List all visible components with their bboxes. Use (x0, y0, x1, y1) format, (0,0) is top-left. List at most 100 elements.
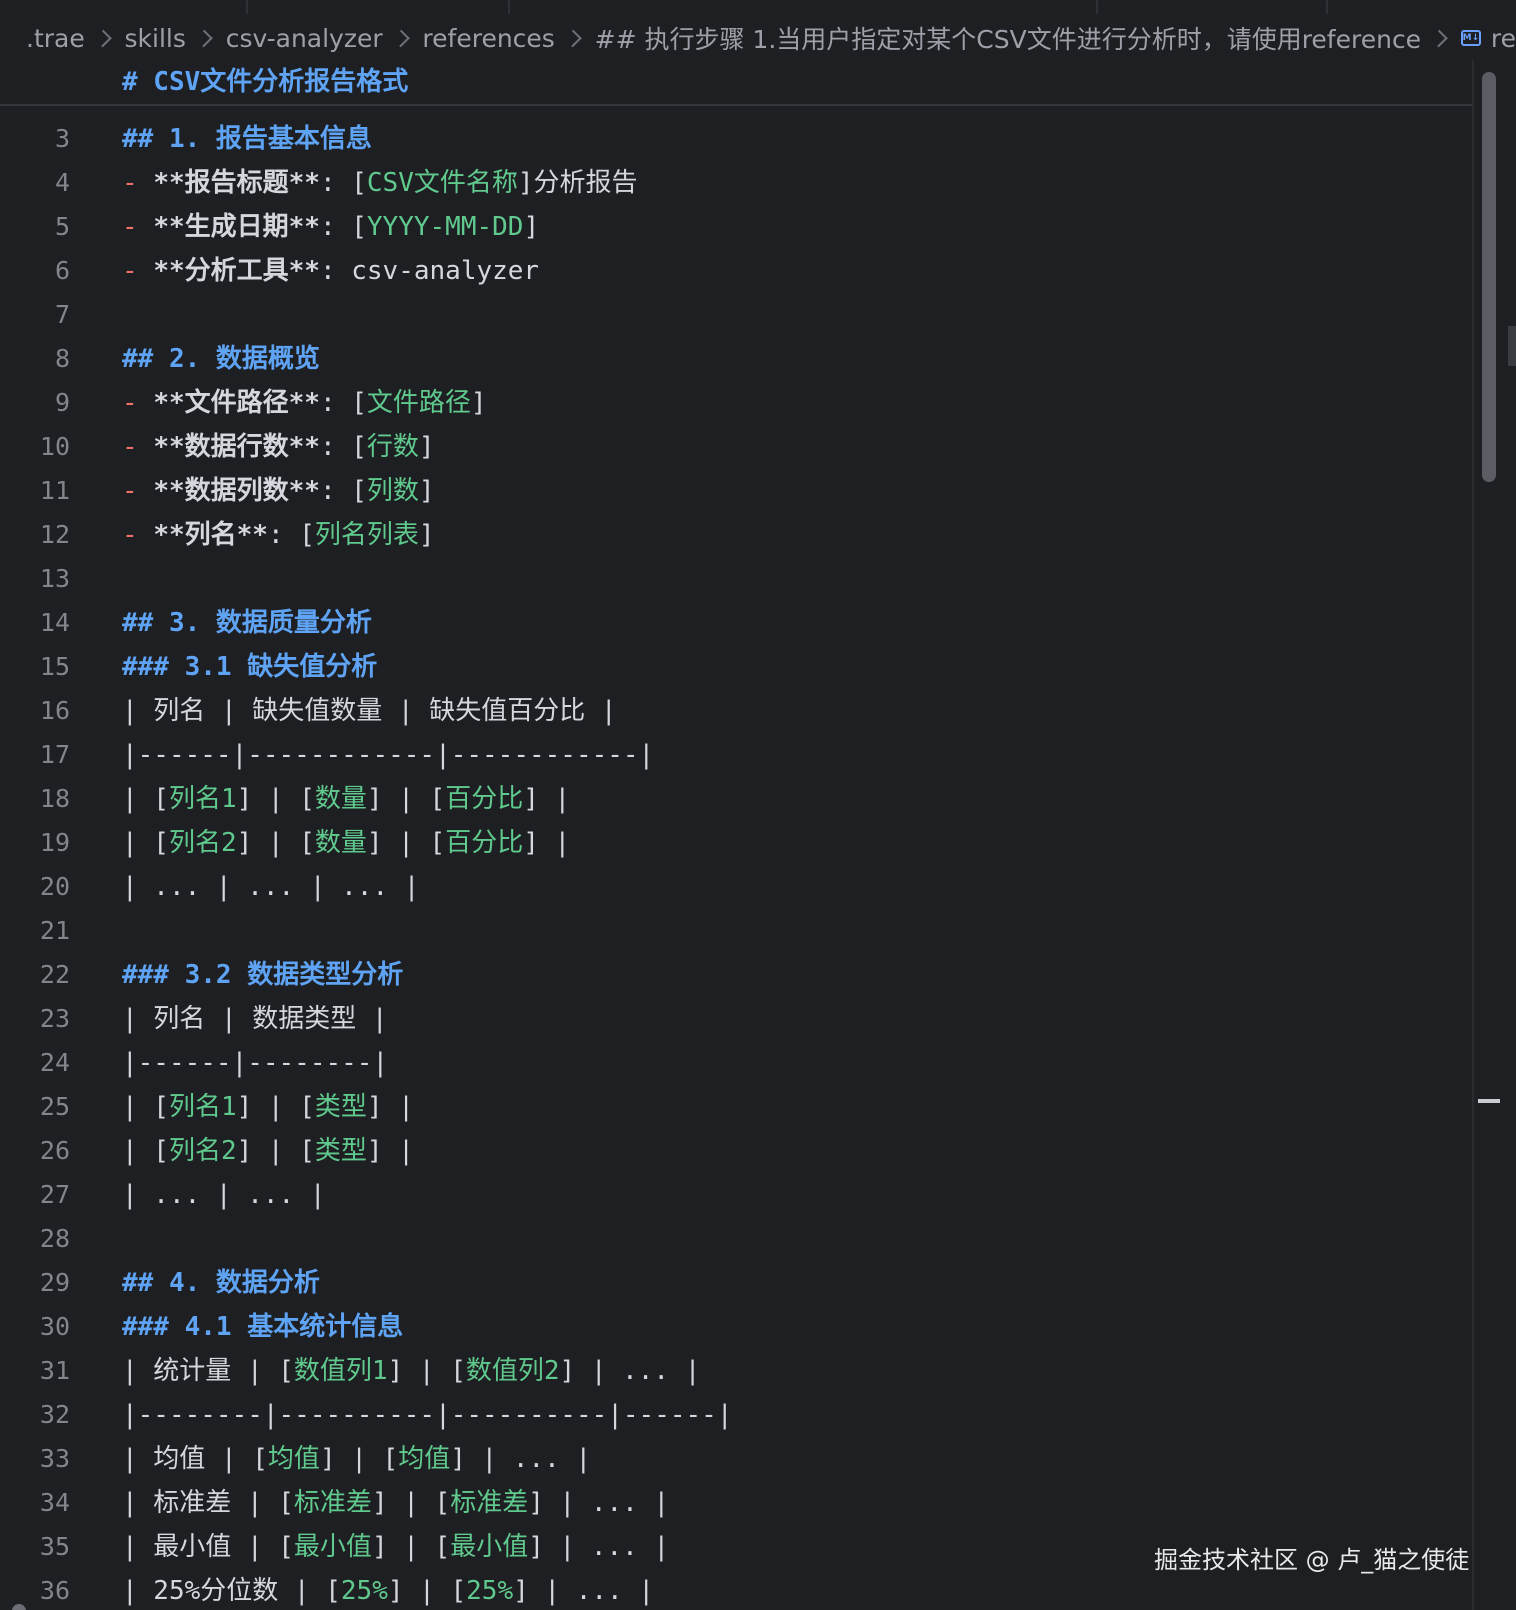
line-number: 32 (39, 1400, 70, 1429)
code-line[interactable]: 13 (0, 557, 1472, 601)
text-token: ] | ... | (528, 1488, 670, 1518)
line-content[interactable]: | [列名1] | [类型] | (122, 1085, 414, 1129)
code-line[interactable]: 4 - **报告标题**: [CSV文件名称]分析报告 (0, 161, 1472, 205)
code-line[interactable]: 16 | 列名 | 缺失值数量 | 缺失值百分比 | (0, 689, 1472, 733)
text-token: : csv-analyzer (319, 256, 540, 286)
text-token: ] | [ (366, 828, 446, 858)
text-token: ]分析报告 (517, 168, 638, 198)
code-line[interactable]: 26 | [列名2] | [类型] | (0, 1129, 1472, 1173)
placeholder-token: 标准差 (293, 1488, 372, 1518)
code-line[interactable]: 5 - **生成日期**: [YYYY-MM-DD] (0, 205, 1472, 249)
line-content[interactable]: - **生成日期**: [YYYY-MM-DD] (122, 205, 539, 249)
code-line[interactable]: 20 | ... | ... | ... | (0, 865, 1472, 909)
line-content[interactable]: - **列名**: [列名列表] (122, 513, 435, 557)
line-content[interactable]: | 标准差 | [标准差] | [标准差] | ... | (122, 1481, 669, 1525)
text-token: : [ (319, 212, 367, 242)
line-content[interactable]: - **分析工具**: csv-analyzer (122, 249, 539, 293)
text-token: | [ (122, 828, 169, 858)
code-line[interactable]: 14 ## 3. 数据质量分析 (0, 601, 1472, 645)
line-content[interactable]: |------|------------|------------| (122, 733, 654, 777)
line-content[interactable]: | [列名2] | [数量] | [百分比] | (122, 821, 570, 865)
code-lines[interactable]: 3 ## 1. 报告基本信息 4- **报告标题**: [CSV文件名称]分析报告 5… (0, 117, 1472, 1610)
scrollbar-thumb[interactable] (1482, 72, 1496, 482)
code-line[interactable]: 17 |------|------------|------------| (0, 733, 1472, 777)
line-content[interactable]: |------|--------| (122, 1041, 388, 1085)
line-content[interactable]: ### 3.2 数据类型分析 (122, 953, 403, 997)
line-content[interactable]: |--------|----------|----------|------| (122, 1393, 732, 1437)
line-content[interactable]: - **数据列数**: [列数] (122, 469, 435, 513)
placeholder-token: 列名列表 (314, 520, 419, 550)
code-line[interactable]: 28 (0, 1217, 1472, 1261)
placeholder-token: 行数 (366, 432, 419, 462)
code-line[interactable]: 25 | [列名1] | [类型] | (0, 1085, 1472, 1129)
breadcrumb-item-trae[interactable]: .trae (26, 24, 85, 53)
code-line[interactable]: 10 - **数据行数**: [行数] (0, 425, 1472, 469)
code-line[interactable]: 34 | 标准差 | [标准差] | [标准差] | ... | (0, 1481, 1472, 1525)
code-line[interactable]: 11 - **数据列数**: [列数] (0, 469, 1472, 513)
line-content[interactable]: | 最小值 | [最小值] | [最小值] | ... | (122, 1525, 669, 1569)
line-content[interactable]: ### 3.1 缺失值分析 (122, 645, 377, 689)
text-token: ] | (366, 1136, 414, 1166)
placeholder-token: 百分比 (445, 784, 524, 814)
markdown-file-icon: M↓ (1460, 30, 1481, 46)
breadcrumb-item-csv-analyzer[interactable]: csv-analyzer (226, 24, 383, 53)
line-content[interactable]: | 列名 | 数据类型 | (122, 997, 388, 1041)
line-content[interactable]: - **数据行数**: [行数] (122, 425, 435, 469)
sticky-scroll-header[interactable]: # CSV文件分析报告格式 (0, 60, 1472, 106)
line-content[interactable]: | 均值 | [均值] | [均值] | ... | (122, 1437, 591, 1481)
editor-tab-strip (0, 0, 1516, 14)
code-line[interactable]: 15 ### 3.1 缺失值分析 (0, 645, 1472, 689)
line-number: 25 (39, 1092, 70, 1121)
code-line[interactable]: 36 | 25%分位数 | [25%] | [25%] | ... | (0, 1569, 1472, 1610)
line-content[interactable]: | ... | ... | ... | (122, 865, 419, 909)
line-content[interactable]: | ... | ... | (122, 1173, 326, 1217)
line-content[interactable]: - **报告标题**: [CSV文件名称]分析报告 (122, 161, 638, 205)
text-token: ] | ... | (513, 1576, 654, 1606)
line-content[interactable]: ### 4.1 基本统计信息 (122, 1305, 403, 1349)
breadcrumb: .trae skills csv-analyzer references ## … (0, 16, 1516, 60)
line-content[interactable]: | [列名2] | [类型] | (122, 1129, 414, 1173)
code-line[interactable]: 30 ### 4.1 基本统计信息 (0, 1305, 1472, 1349)
line-content[interactable]: ## 1. 报告基本信息 (122, 117, 372, 161)
breadcrumb-item-references[interactable]: references (422, 24, 554, 53)
code-line[interactable]: 19 | [列名2] | [数量] | [百分比] | (0, 821, 1472, 865)
line-content[interactable]: - **文件路径**: [文件路径] (122, 381, 487, 425)
code-line[interactable]: 18 | [列名1] | [数量] | [百分比] | (0, 777, 1472, 821)
line-content[interactable]: | 25%分位数 | [25%] | [25%] | ... | (122, 1569, 654, 1610)
text-token: | 列名 | 数据类型 | (122, 1004, 388, 1034)
text-token: | 列名 | 缺失值数量 | 缺失值百分比 | (122, 696, 617, 726)
list-marker-token: - (122, 212, 154, 242)
code-line[interactable]: 3 ## 1. 报告基本信息 (0, 117, 1472, 161)
code-line[interactable]: 24 |------|--------| (0, 1041, 1472, 1085)
code-line[interactable]: 21 (0, 909, 1472, 953)
code-line[interactable]: 31 | 统计量 | [数值列1] | [数值列2] | ... | (0, 1349, 1472, 1393)
code-line[interactable]: 32 |--------|----------|----------|------… (0, 1393, 1472, 1437)
tab-divider (246, 0, 248, 14)
code-line[interactable]: 33 | 均值 | [均值] | [均值] | ... | (0, 1437, 1472, 1481)
code-line[interactable]: 8 ## 2. 数据概览 (0, 337, 1472, 381)
line-number: 23 (39, 1004, 70, 1033)
heading-token: ## 4. 数据分析 (122, 1268, 320, 1298)
code-line[interactable]: 22 ### 3.2 数据类型分析 (0, 953, 1472, 997)
line-number: 26 (39, 1136, 70, 1165)
code-line[interactable]: 23 | 列名 | 数据类型 | (0, 997, 1472, 1041)
line-content[interactable]: | 列名 | 缺失值数量 | 缺失值百分比 | (122, 689, 617, 733)
code-line[interactable]: 6 - **分析工具**: csv-analyzer (0, 249, 1472, 293)
code-line[interactable]: 29 ## 4. 数据分析 (0, 1261, 1472, 1305)
placeholder-token: 最小值 (450, 1532, 529, 1562)
line-content[interactable]: | [列名1] | [数量] | [百分比] | (122, 777, 570, 821)
line-content[interactable]: | 统计量 | [数值列1] | [数值列2] | ... | (122, 1349, 700, 1393)
code-line[interactable]: 9 - **文件路径**: [文件路径] (0, 381, 1472, 425)
breadcrumb-item-file[interactable]: re (1491, 24, 1516, 53)
line-content[interactable]: ## 3. 数据质量分析 (122, 601, 372, 645)
placeholder-token: 数值列2 (465, 1356, 560, 1386)
breadcrumb-item-skills[interactable]: skills (125, 24, 186, 53)
tab-divider (1326, 0, 1328, 14)
breadcrumb-item-section[interactable]: ## 执行步骤 1.当用户指定对某个CSV文件进行分析时，请使用referenc… (595, 20, 1421, 56)
code-line[interactable]: 27 | ... | ... | (0, 1173, 1472, 1217)
placeholder-token: 列名2 (168, 828, 237, 858)
line-content[interactable]: ## 2. 数据概览 (122, 337, 320, 381)
code-line[interactable]: 12 - **列名**: [列名列表] (0, 513, 1472, 557)
line-content[interactable]: ## 4. 数据分析 (122, 1261, 320, 1305)
code-line[interactable]: 7 (0, 293, 1472, 337)
